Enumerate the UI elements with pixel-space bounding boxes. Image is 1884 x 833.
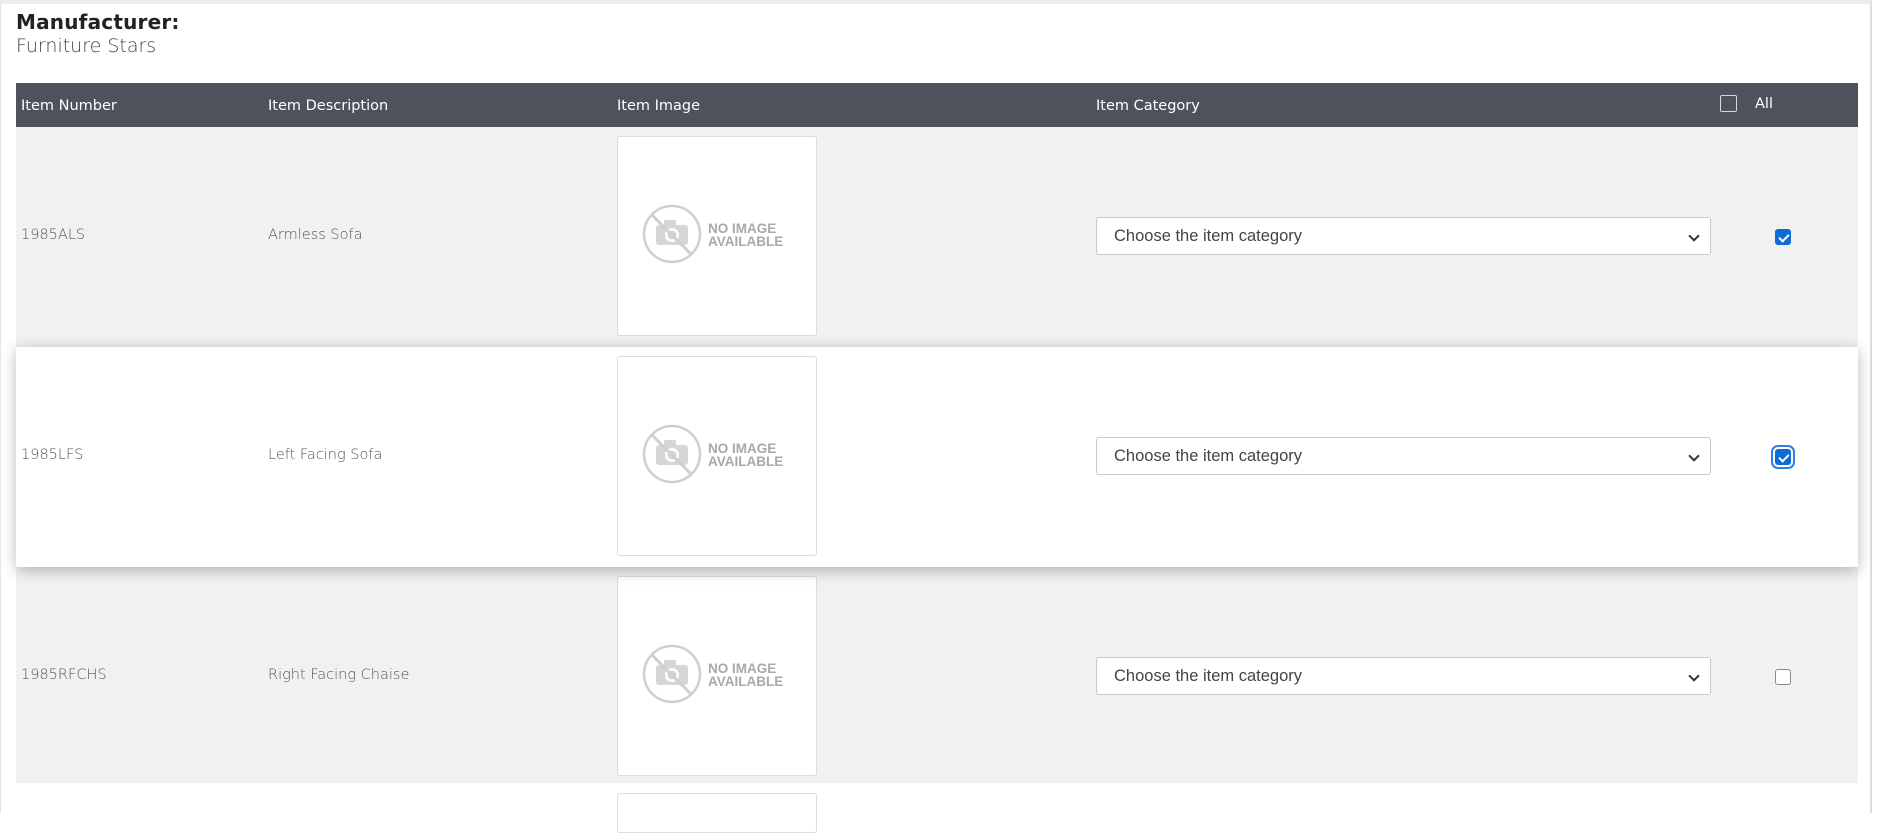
svg-text:AVAILABLE: AVAILABLE — [708, 454, 783, 469]
chevron-down-icon — [1688, 670, 1700, 682]
item-image: NO IMAGE AVAILABLE — [617, 356, 817, 556]
table-row: 1985LFS Left Facing Sofa NO IMAGE AVAILA… — [16, 347, 1858, 567]
item-category-value: Choose the item category — [1114, 667, 1303, 685]
row-select-checkbox[interactable] — [1775, 229, 1791, 245]
svg-text:AVAILABLE: AVAILABLE — [708, 234, 783, 249]
svg-text:AVAILABLE: AVAILABLE — [708, 674, 783, 689]
item-category-select[interactable]: Choose the item category — [1096, 217, 1711, 255]
item-description: Right Facing Chaise — [268, 667, 410, 683]
item-description: Left Facing Sofa — [268, 447, 383, 463]
select-all-label: All — [1755, 95, 1773, 112]
row-select-checkbox[interactable] — [1775, 449, 1791, 465]
row-select-checkbox[interactable] — [1775, 669, 1791, 685]
item-category-select[interactable]: Choose the item category — [1096, 657, 1711, 695]
header-item-description: Item Description — [268, 98, 389, 114]
header-item-image: Item Image — [617, 98, 701, 114]
camera-slash-icon: NO IMAGE AVAILABLE — [642, 424, 783, 484]
chevron-down-icon — [1688, 450, 1700, 462]
table-row: 1985ALS Armless Sofa NO IMAGE AVAILABLE … — [16, 127, 1858, 347]
table-header: Item Number Item Description Item Image … — [16, 83, 1858, 127]
select-all-control[interactable]: All — [1720, 95, 1773, 112]
items-table: Item Number Item Description Item Image … — [16, 83, 1858, 787]
item-number: 1985RFCHS — [21, 667, 107, 683]
item-number: 1985LFS — [21, 447, 84, 463]
manufacturer-name: Furniture Stars — [16, 35, 157, 57]
item-number: 1985ALS — [21, 227, 86, 243]
select-all-checkbox[interactable] — [1720, 95, 1737, 112]
item-category-value: Choose the item category — [1114, 227, 1303, 245]
manufacturer-info: Manufacturer: Furniture Stars — [16, 10, 180, 57]
item-description: Armless Sofa — [268, 227, 363, 243]
table-row: 1985RFCHS Right Facing Chaise NO IMAGE A… — [16, 567, 1858, 787]
camera-slash-icon: NO IMAGE AVAILABLE — [642, 204, 783, 264]
header-item-number: Item Number — [21, 98, 117, 114]
item-image: NO IMAGE AVAILABLE — [617, 136, 817, 336]
item-image: NO IMAGE AVAILABLE — [617, 576, 817, 776]
header-item-category: Item Category — [1096, 98, 1200, 114]
chevron-down-icon — [1688, 230, 1700, 242]
manufacturer-label: Manufacturer: — [16, 10, 180, 34]
item-category-select[interactable]: Choose the item category — [1096, 437, 1711, 475]
item-image-partial — [617, 793, 817, 833]
item-category-value: Choose the item category — [1114, 447, 1303, 465]
camera-slash-icon: NO IMAGE AVAILABLE — [642, 644, 783, 704]
next-row-partial — [16, 783, 1858, 823]
